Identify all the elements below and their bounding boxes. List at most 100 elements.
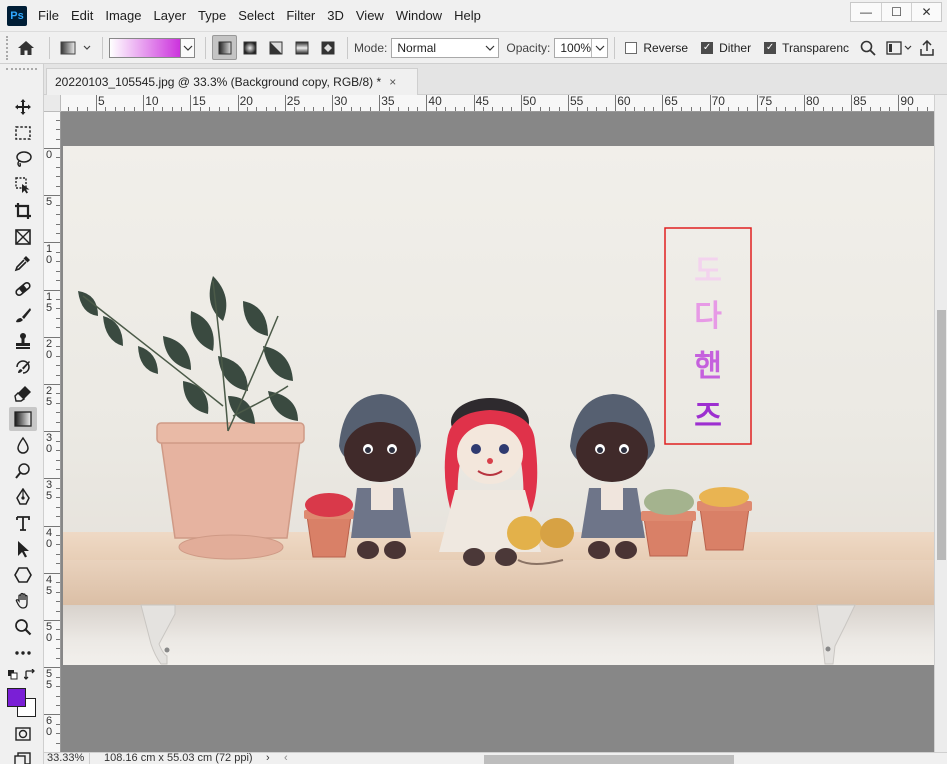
ruler-label: 0 — [45, 149, 53, 161]
ruler-tick — [56, 365, 60, 367]
object-selection-icon[interactable] — [9, 173, 37, 197]
zoom-icon[interactable] — [9, 615, 37, 639]
document-image[interactable]: 도 다 핸 즈 — [63, 146, 934, 665]
gradient-picker-chevron-down-icon[interactable] — [181, 37, 195, 58]
ruler-tick — [303, 107, 305, 111]
opacity-chevron-down-icon[interactable] — [591, 38, 607, 57]
reverse-checkbox[interactable]: Reverse — [625, 41, 688, 55]
foreground-color-swatch[interactable] — [7, 688, 26, 707]
document-tab[interactable]: 20220103_105545.jpg @ 33.3% (Background … — [46, 68, 418, 95]
ruler-tick — [652, 107, 654, 111]
clone-stamp-icon[interactable] — [9, 329, 37, 353]
menu-select[interactable]: Select — [232, 0, 280, 31]
close-tab-icon[interactable]: × — [389, 75, 396, 89]
search-icon[interactable] — [857, 36, 879, 60]
hand-icon[interactable] — [9, 589, 37, 613]
blur-icon[interactable] — [9, 433, 37, 457]
radial-gradient-button[interactable] — [237, 35, 263, 60]
ruler-label: 5 — [45, 621, 53, 633]
move-tool-icon[interactable] — [9, 95, 37, 119]
ruler-tick — [350, 107, 352, 111]
maximize-button[interactable]: ☐ — [881, 3, 911, 21]
ruler-label: 3 — [45, 479, 53, 492]
angle-gradient-button[interactable] — [263, 35, 289, 60]
menu-edit[interactable]: Edit — [65, 0, 99, 31]
ruler-tick — [56, 214, 60, 216]
shape-icon[interactable] — [9, 563, 37, 587]
ruler-label: 5 — [98, 95, 105, 108]
menu-3d[interactable]: 3D — [321, 0, 350, 31]
minimize-button[interactable]: — — [851, 3, 881, 21]
menu-layer[interactable]: Layer — [148, 0, 193, 31]
ruler-tick — [822, 107, 824, 111]
diamond-gradient-button[interactable] — [315, 35, 341, 60]
photoshop-logo-icon: Ps — [7, 5, 27, 26]
healing-brush-icon[interactable] — [9, 277, 37, 301]
ruler-tick — [86, 107, 88, 111]
dither-checkbox[interactable]: ✓ Dither — [701, 41, 751, 55]
ruler-tick — [322, 107, 324, 111]
transparency-checkbox[interactable]: ✓ Transparenc — [764, 41, 854, 55]
horizontal-ruler[interactable]: 5 10 15 20 25 30 35 40 45 50 55 60 65 70 75 80 85 90 — [61, 95, 934, 112]
history-brush-icon[interactable] — [9, 355, 37, 379]
scroll-left-icon[interactable]: ‹ — [284, 752, 288, 764]
status-menu-chevron-right-icon[interactable]: › — [266, 752, 270, 764]
path-selection-icon[interactable] — [9, 537, 37, 561]
workspace-layout-icon[interactable] — [883, 36, 915, 60]
menu-view[interactable]: View — [350, 0, 390, 31]
opacity-field[interactable]: 100% — [554, 37, 609, 58]
frame-icon[interactable] — [9, 225, 37, 249]
crop-icon[interactable] — [9, 199, 37, 223]
share-icon[interactable] — [915, 36, 939, 60]
menu-help[interactable]: Help — [448, 0, 487, 31]
lasso-icon[interactable] — [9, 147, 37, 171]
swap-colors-icon[interactable] — [23, 668, 36, 684]
ruler-tick — [56, 317, 60, 319]
tools-panel-grip[interactable] — [6, 68, 37, 78]
gradient-preview[interactable] — [109, 37, 181, 58]
eyedropper-icon[interactable] — [9, 251, 37, 275]
vertical-scrollbar[interactable] — [934, 95, 947, 752]
transparency-checkmark-icon[interactable]: ✓ — [764, 41, 777, 54]
close-button[interactable]: ✕ — [911, 3, 941, 21]
reflected-gradient-button[interactable] — [289, 35, 315, 60]
dither-checkmark-icon[interactable]: ✓ — [701, 41, 714, 54]
ruler-tick — [56, 355, 60, 357]
ruler-tick — [870, 107, 872, 111]
mode-select[interactable]: Normal — [391, 37, 500, 58]
dodge-icon[interactable] — [9, 459, 37, 483]
menu-image[interactable]: Image — [99, 0, 147, 31]
rectangular-marquee-icon[interactable] — [9, 121, 37, 145]
ruler-tick — [634, 107, 636, 111]
gradient-tool-preset-icon[interactable] — [56, 35, 96, 61]
ruler-label: 80 — [806, 95, 820, 108]
more-tools-icon[interactable] — [9, 641, 37, 665]
brush-icon[interactable] — [9, 303, 37, 327]
ruler-label: 6 — [45, 715, 53, 728]
zoom-level-field[interactable]: 33.33% — [45, 752, 90, 764]
ruler-tick — [56, 544, 60, 546]
gradient-tool-icon[interactable] — [9, 407, 37, 431]
canvas-area[interactable]: 도 다 핸 즈 — [61, 112, 934, 752]
ruler-tick — [133, 107, 135, 111]
ruler-label: 50 — [522, 95, 537, 108]
quick-mask-icon[interactable] — [9, 722, 37, 746]
reverse-check-box[interactable] — [625, 41, 638, 54]
type-icon[interactable] — [9, 511, 37, 535]
menu-type[interactable]: Type — [192, 0, 232, 31]
ruler-tick — [56, 563, 60, 565]
default-colors-icon[interactable] — [7, 669, 19, 684]
menu-window[interactable]: Window — [390, 0, 448, 31]
screen-mode-icon[interactable] — [9, 746, 37, 764]
ruler-tick — [775, 107, 777, 111]
vertical-scrollbar-thumb[interactable] — [937, 310, 946, 560]
ruler-origin[interactable] — [44, 95, 61, 112]
linear-gradient-button[interactable] — [212, 35, 237, 60]
eraser-icon[interactable] — [9, 381, 37, 405]
home-icon[interactable] — [9, 35, 43, 61]
vertical-ruler[interactable]: 051015202530354045505560 — [44, 112, 61, 752]
horizontal-scrollbar-thumb[interactable] — [484, 755, 734, 764]
menu-file[interactable]: File — [32, 0, 65, 31]
pen-icon[interactable] — [9, 485, 37, 509]
menu-filter[interactable]: Filter — [280, 0, 321, 31]
